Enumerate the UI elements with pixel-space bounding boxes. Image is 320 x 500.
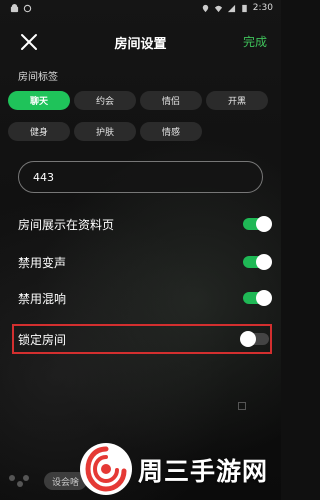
tags-section-label: 房间标签 xyxy=(18,72,58,83)
watermark-text: 周三手游网 xyxy=(138,457,269,486)
sync-icon xyxy=(23,4,32,12)
toggle-knob xyxy=(256,290,272,306)
battery-icon xyxy=(242,4,247,12)
tag-date[interactable]: 约会 xyxy=(74,91,136,110)
room-number-value: 443 xyxy=(33,170,54,184)
tag-gaming[interactable]: 开黑 xyxy=(206,91,268,110)
setting-label: 禁用变声 xyxy=(18,255,67,270)
tag-couple[interactable]: 情侣 xyxy=(140,91,202,110)
setting-show-on-profile: 房间展示在资料页 xyxy=(18,212,272,236)
status-bar: 2:30 xyxy=(0,0,281,16)
setting-disable-voice-change: 禁用变声 xyxy=(18,250,272,274)
signal-icon xyxy=(227,4,235,12)
done-button[interactable]: 完成 xyxy=(243,33,267,50)
toggle-knob xyxy=(256,254,272,270)
more-icon xyxy=(9,475,29,487)
status-right: 2:30 xyxy=(201,3,273,13)
watermark-logo xyxy=(80,443,132,495)
title-bar: 房间设置 完成 xyxy=(0,22,281,62)
toggle-knob xyxy=(256,216,272,232)
room-number-input[interactable]: 443 xyxy=(18,161,263,193)
tag-chat[interactable]: 聊天 xyxy=(8,91,70,110)
status-time: 2:30 xyxy=(252,3,273,13)
page-title: 房间设置 xyxy=(114,37,167,52)
watermark-logo-icon xyxy=(82,445,130,493)
status-left xyxy=(10,3,32,13)
location-icon xyxy=(202,4,208,12)
checkbox-icon xyxy=(238,402,246,410)
wifi-icon xyxy=(214,5,222,12)
highlight-box xyxy=(12,324,272,354)
tag-list: 聊天 约会 情侣 开黑 健身 护肤 情感 xyxy=(8,91,274,141)
tag-skincare[interactable]: 护肤 xyxy=(74,122,136,141)
disable-reverb-toggle[interactable] xyxy=(243,290,272,306)
tag-fitness[interactable]: 健身 xyxy=(8,122,70,141)
disable-voice-change-toggle[interactable] xyxy=(243,254,272,270)
show-on-profile-toggle[interactable] xyxy=(243,216,272,232)
setting-label: 房间展示在资料页 xyxy=(18,217,115,232)
setting-disable-reverb: 禁用混响 xyxy=(18,286,272,310)
tag-emotion[interactable]: 情感 xyxy=(140,122,202,141)
android-icon xyxy=(10,3,19,12)
setting-label: 禁用混响 xyxy=(18,291,67,306)
